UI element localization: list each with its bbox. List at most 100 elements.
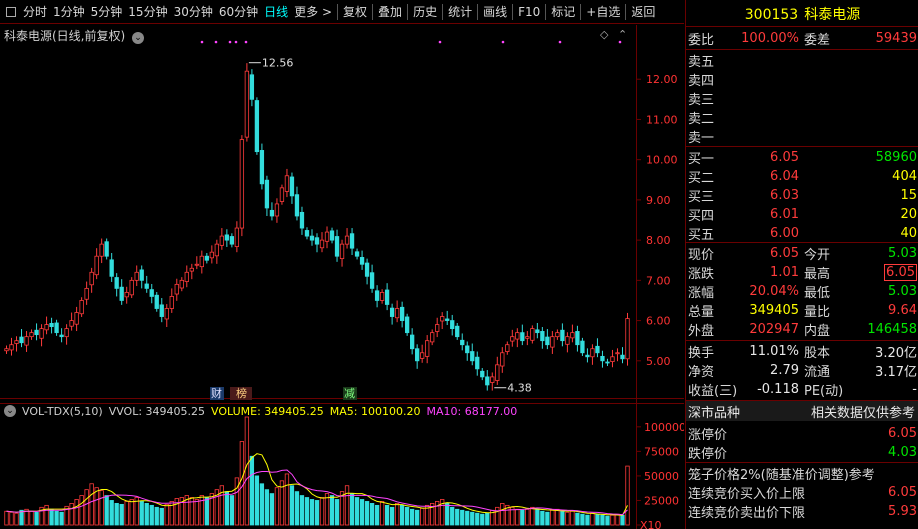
sell-level-row[interactable]: 卖三 xyxy=(686,88,918,108)
event-dot xyxy=(558,40,562,44)
candle-body xyxy=(354,251,360,257)
mark-button[interactable]: 标记 xyxy=(548,3,578,20)
buy-level-row[interactable]: 买一 6.05 58960 xyxy=(686,147,918,167)
tab-30min[interactable]: 30分钟 xyxy=(171,3,216,20)
candle-body xyxy=(129,279,134,296)
stat-value: 202947 xyxy=(749,321,799,337)
volume-bar xyxy=(394,502,400,526)
volume-bar xyxy=(520,509,525,526)
tab-more[interactable]: 更多 > xyxy=(291,3,335,20)
event-dot xyxy=(214,40,218,44)
tab-reference[interactable]: 相关数据仅供参考 xyxy=(811,402,915,421)
event-jian-badge[interactable]: 减 xyxy=(344,387,355,400)
volume-indicator-name[interactable]: VOL-TDX(5,10) xyxy=(22,405,103,418)
event-cai-badge[interactable]: 财 xyxy=(211,386,222,400)
price-tick-label: 10.00 xyxy=(646,154,678,167)
tab-shenshi[interactable]: 深市品种 xyxy=(688,402,740,421)
candle-body xyxy=(269,209,275,217)
volume-bar xyxy=(535,508,540,526)
buy-level-row[interactable]: 买五 6.00 40 xyxy=(686,223,918,243)
kline-chart-area[interactable]: 12.00 11.00 10.00 9.00 8.00 7.00 6.00 5.00 1000… xyxy=(0,25,684,529)
draw-line-button[interactable]: 画线 xyxy=(480,3,510,20)
tab-15min[interactable]: 15分钟 xyxy=(125,3,170,20)
candle-body xyxy=(309,235,315,241)
volume-bar xyxy=(19,509,24,526)
candle-body xyxy=(279,187,285,202)
candle-body xyxy=(104,241,109,257)
candle-body xyxy=(144,283,149,289)
tab-1min[interactable]: 1分钟 xyxy=(50,3,88,20)
volume-bar xyxy=(69,502,74,526)
buy-level-label: 买一 xyxy=(688,151,715,167)
candle-body xyxy=(359,257,365,265)
candle-body xyxy=(615,352,620,355)
toolbar-divider xyxy=(625,3,627,20)
kline-chart-svg[interactable]: 12.00 11.00 10.00 9.00 8.00 7.00 6.00 5.00 1000… xyxy=(0,25,684,529)
volume-menu-icon[interactable]: ⌄ xyxy=(4,405,16,417)
tab-60min[interactable]: 60分钟 xyxy=(216,3,261,20)
volume-bar xyxy=(344,485,350,526)
stat-label: 外盘 xyxy=(688,323,715,339)
candle-body xyxy=(304,230,310,237)
diamond-icon[interactable]: ◇ xyxy=(600,28,609,41)
overlay-button[interactable]: 叠加 xyxy=(375,3,405,20)
volume-bar xyxy=(259,483,265,526)
weibi-value: 100.00% xyxy=(741,30,799,46)
buy-level-vol: 20 xyxy=(900,206,917,222)
candle-body xyxy=(485,376,490,386)
history-button[interactable]: 历史 xyxy=(410,3,440,20)
event-dots xyxy=(200,40,622,44)
weicha-value: 59439 xyxy=(875,30,917,46)
tab-5min[interactable]: 5分钟 xyxy=(88,3,126,20)
sell-level-row[interactable]: 卖二 xyxy=(686,107,918,127)
sell-level-row[interactable]: 卖一 xyxy=(686,126,918,146)
candle-body xyxy=(109,259,114,277)
checkbox-icon[interactable] xyxy=(6,6,16,17)
add-watchlist-button[interactable]: +自选 xyxy=(583,3,623,20)
tab-fenshi[interactable]: 分时 xyxy=(20,3,50,20)
sell-level-label: 卖一 xyxy=(688,130,715,146)
candle-body xyxy=(224,234,230,241)
buy-level-row[interactable]: 买四 6.01 20 xyxy=(686,204,918,224)
candle-body xyxy=(294,194,300,217)
chevron-up-icon[interactable]: ⌃ xyxy=(618,28,627,41)
chevron-down-icon[interactable]: ⌄ xyxy=(132,32,145,44)
volume-bar xyxy=(54,510,59,526)
sell-level-row[interactable]: 卖五 xyxy=(686,50,918,70)
buy-level-price: 6.04 xyxy=(770,168,799,184)
f10-button[interactable]: F10 xyxy=(515,5,543,19)
buy-level-row[interactable]: 买二 6.04 404 xyxy=(686,166,918,186)
finance-label: 换手 xyxy=(688,345,715,361)
sell-level-row[interactable]: 卖四 xyxy=(686,69,918,89)
sell-level-label: 卖五 xyxy=(688,54,715,70)
candle-body xyxy=(89,271,94,286)
candle-body xyxy=(580,340,585,354)
toolbar-divider xyxy=(545,3,547,20)
volume-bar xyxy=(289,485,295,526)
chart-title: 科泰电源(日线,前复权) ⌄ xyxy=(4,27,145,44)
candle-body xyxy=(415,348,420,362)
volume-bar xyxy=(304,497,310,526)
back-button[interactable]: 返回 xyxy=(628,3,658,20)
statistics-button[interactable]: 统计 xyxy=(445,3,475,20)
candle-body xyxy=(134,271,139,281)
candle-body xyxy=(44,324,49,331)
finance-label: 净资 xyxy=(688,364,715,380)
volume-tick-label: 100000 xyxy=(644,421,684,434)
candle-body xyxy=(500,352,505,367)
volume-bar xyxy=(314,500,320,526)
toolbar-divider xyxy=(477,3,479,20)
cont-buy-row: 连续竞价买入价上限 6.05 xyxy=(686,482,918,502)
volume-bar xyxy=(224,491,230,526)
tab-daily[interactable]: 日线 xyxy=(261,3,291,20)
volume-header: ⌄ VOL-TDX(5,10) VVOL: 349405.25 VOLUME: … xyxy=(4,405,517,418)
candle-body xyxy=(460,339,465,346)
candle-body xyxy=(339,243,345,260)
candle-body xyxy=(254,100,260,153)
candle-body xyxy=(34,329,39,336)
event-bang-badge[interactable]: 榜 xyxy=(236,386,247,400)
candle-body xyxy=(590,348,595,358)
volume-bar xyxy=(264,489,270,526)
buy-level-row[interactable]: 买三 6.03 15 xyxy=(686,185,918,205)
fuquan-button[interactable]: 复权 xyxy=(340,3,370,20)
